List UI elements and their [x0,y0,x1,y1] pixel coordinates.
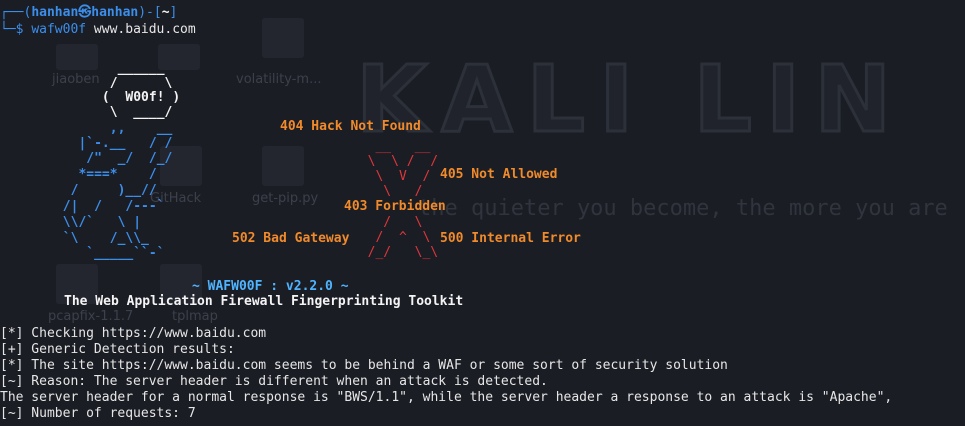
owl-art-line: \ ____/ [8,105,173,120]
output-line: [~] Reason: The server header is differe… [0,374,548,389]
owl-art-line: ______ [8,61,165,76]
output-line: [~] Number of requests: 7 [0,406,196,421]
desktop-file-icon[interactable] [262,18,304,58]
desktop-icon-label: volatility-m... [236,72,322,87]
owl-art-line: / )__// [8,183,157,198]
python-file-icon[interactable] [262,146,304,186]
prompt-end: ] [169,5,178,20]
code-500-label: 500 Internal Error [440,231,581,246]
owl-art-line: /" _/ /_/ [8,151,173,166]
command-argument: www.baidu.com [86,22,196,37]
owl-art-line: `\ /_\\_ [8,231,149,246]
command-line: └─$ wafw00f www.baidu.com [0,22,196,38]
owl-art-line: /| / /---` [8,199,165,214]
code-502-label: 502 Bad Gateway [232,231,350,246]
owl-art-line: \\/` \ | [8,215,142,230]
code-403-label: 403 Forbidden [344,199,446,214]
prompt-corner: ┌──( [0,5,32,20]
owl-art-line: |`-.__ / / [8,136,173,151]
tool-subtitle: The Web Application Firewall Fingerprint… [64,294,464,309]
x-art-line: / \ [352,215,423,230]
tool-version: ~ WAFW00F : v2.2.0 ~ [192,279,349,294]
prompt-separator: )-[ [138,5,162,20]
x-art-line: __ __ [352,139,431,154]
desktop-icon-label: tplmap [172,309,218,324]
output-line: [*] Checking https://www.baidu.com [0,326,267,341]
x-art-line: /_/ \_\ [352,245,439,260]
output-line: [*] The site https://www.baidu.com seems… [0,358,728,373]
code-404-label: 404 Hack Not Found [280,119,421,134]
code-405-label: 405 Not Allowed [440,167,558,182]
x-art-line: \ V / [352,169,431,184]
x-art-line: / ^ \ [352,230,431,245]
command-name: wafw00f [31,22,87,37]
shell-prompt: ┌──(hanhan㉿hanhan)-[~] [0,5,177,21]
kali-linux-watermark: KALI LIN [354,45,906,155]
desktop-icon-label: get-pip.py [252,191,319,206]
prompt-directory: ~ [161,5,170,20]
owl-art-line: `_____``-` [8,246,165,261]
owl-art-line: ,, __ [8,121,173,136]
owl-art-line: *===* / [8,167,157,182]
prompt-dollar: └─$ [0,22,32,37]
prompt-user: hanhan㉿hanhan [31,5,139,20]
wallpaper-motto: the quieter you become, the more you are [418,196,948,221]
x-art-line: \ / [352,184,423,199]
x-art-line: \ \ / / [352,154,439,169]
owl-art-line: ( W00f! ) [8,90,181,105]
output-line: [+] Generic Detection results: [0,342,235,357]
desktop-icon-label: pcapfix-1.1.7 [48,309,134,324]
output-line: The server header for a normal response … [0,390,893,405]
